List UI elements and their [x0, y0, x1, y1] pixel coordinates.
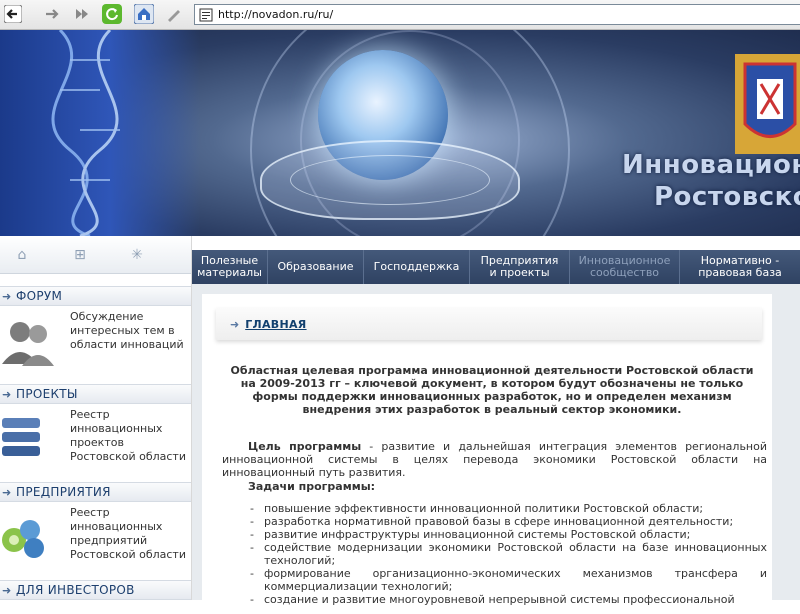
goal-paragraph: Цель программы - развитие и дальнейшая и…	[222, 440, 767, 479]
nav-enterprises-projects[interactable]: Предприятия и проекты	[470, 250, 570, 284]
stack-icon	[2, 418, 40, 456]
sidebar-section-text[interactable]: Обсуждение интересных тем в области инно…	[70, 310, 190, 352]
forward-button[interactable]	[41, 3, 63, 25]
nav-education[interactable]: Образование	[268, 250, 364, 284]
sidebar-section-title: ФОРУМ	[16, 289, 63, 303]
banner-title-line2: Ростовской	[654, 182, 800, 212]
nav-label-line2: правовая база	[698, 266, 782, 279]
back-button[interactable]	[2, 3, 24, 25]
nav-label-line2: сообщество	[589, 266, 660, 279]
nav-label-line1: Господдержка	[373, 260, 460, 273]
reload-icon	[102, 4, 122, 24]
left-icon-bar: ⌂ ⊞ ✳	[0, 236, 191, 274]
sidebar-forum-body: Обсуждение интересных тем в области инно…	[0, 306, 191, 384]
sidebar-enterprises-body: Реестр инновационных предприятий Ростовс…	[0, 502, 191, 580]
sidebar-item-investors[interactable]: ➜ ДЛЯ ИНВЕСТОРОВ	[0, 580, 191, 600]
arrow-right-icon: ➜	[230, 317, 240, 331]
forward-arrow-icon	[46, 9, 59, 19]
list-item: формирование организационно-экономически…	[242, 567, 767, 593]
sidebar-item-projects[interactable]: ➜ ПРОЕКТЫ	[0, 384, 191, 404]
reload-button[interactable]	[101, 3, 123, 25]
breadcrumb: ➜ ГЛАВНАЯ	[216, 308, 762, 340]
spheres-icon	[2, 520, 44, 558]
browser-toolbar: http://novadon.ru/ru/	[0, 0, 800, 30]
dna-helix-icon	[51, 30, 120, 236]
goal-label: Цель программы	[248, 440, 362, 453]
nav-legal-base[interactable]: Нормативно - правовая база	[680, 250, 800, 284]
banner-title-line1: Инновационн	[622, 150, 800, 180]
nav-state-support[interactable]: Господдержка	[364, 250, 470, 284]
url-text: http://novadon.ru/ru/	[218, 8, 334, 21]
sidebar-section-text[interactable]: Реестр инновационных предприятий Ростовс…	[70, 506, 190, 562]
nav-label-line1: Образование	[277, 260, 354, 273]
arrow-right-icon: ➜	[2, 289, 12, 303]
content-paper: ➜ ГЛАВНАЯ Областная целевая программа ин…	[202, 294, 772, 614]
wireframe-hand-detail	[290, 155, 490, 205]
pencil-icon	[168, 10, 180, 22]
page-icon	[199, 8, 213, 21]
list-item: развитие инфраструктуры инновационной си…	[242, 528, 767, 541]
list-item: разработка нормативной правовой базы в с…	[242, 515, 767, 528]
arrow-right-icon: ➜	[2, 583, 12, 597]
home-button[interactable]	[133, 3, 155, 25]
nav-label-line2: и проекты	[489, 266, 550, 279]
list-item: повышение эффективности инновационной по…	[242, 502, 767, 515]
sitemap-icon[interactable]: ⊞	[72, 247, 88, 263]
tasks-heading: Задачи программы:	[248, 480, 376, 493]
intro-paragraph: Областная целевая программа инновационно…	[230, 364, 754, 416]
dna-graphic	[0, 30, 200, 236]
nav-label-line2: материалы	[197, 266, 262, 279]
fast-forward-icon	[76, 9, 88, 19]
sidebar-section-title: ПРЕДПРИЯТИЯ	[16, 485, 111, 499]
address-bar[interactable]: http://novadon.ru/ru/	[194, 4, 800, 25]
sidebar-item-forum[interactable]: ➜ ФОРУМ	[0, 286, 191, 306]
home-icon[interactable]: ⌂	[14, 247, 30, 263]
fast-forward-button[interactable]	[71, 3, 93, 25]
arrow-right-icon: ➜	[2, 387, 12, 401]
nav-useful-materials[interactable]: Полезные материалы	[192, 250, 268, 284]
nav-innovation-community[interactable]: Инновационное сообщество	[570, 250, 680, 284]
arrow-right-icon: ➜	[2, 485, 12, 499]
main-nav: Полезные материалы Образование Господдерж…	[192, 250, 800, 284]
home-icon	[134, 4, 154, 24]
edit-button[interactable]	[163, 3, 185, 25]
sidebar-projects-body: Реестр инновационных проектов Ростовской…	[0, 404, 191, 482]
people-icon	[2, 322, 54, 366]
tasks-list: повышение эффективности инновационной по…	[242, 502, 767, 606]
back-arrow-icon	[4, 5, 22, 23]
header-banner: Инновационн Ростовской	[0, 30, 800, 236]
sidebar-section-title: ПРОЕКТЫ	[16, 387, 78, 401]
main-content: ➜ ГЛАВНАЯ Областная целевая программа ин…	[192, 284, 800, 614]
left-sidebar: ⌂ ⊞ ✳ ➜ ФОРУМ Обсуждение интересных тем …	[0, 236, 192, 600]
list-item: содействие модернизации экономики Ростов…	[242, 541, 767, 567]
sidebar-section-text[interactable]: Реестр инновационных проектов Ростовской…	[70, 408, 190, 464]
sidebar-section-title: ДЛЯ ИНВЕСТОРОВ	[16, 583, 135, 597]
breadcrumb-home-link[interactable]: ГЛАВНАЯ	[245, 318, 306, 331]
asterisk-icon[interactable]: ✳	[129, 247, 145, 263]
sidebar-item-enterprises[interactable]: ➜ ПРЕДПРИЯТИЯ	[0, 482, 191, 502]
